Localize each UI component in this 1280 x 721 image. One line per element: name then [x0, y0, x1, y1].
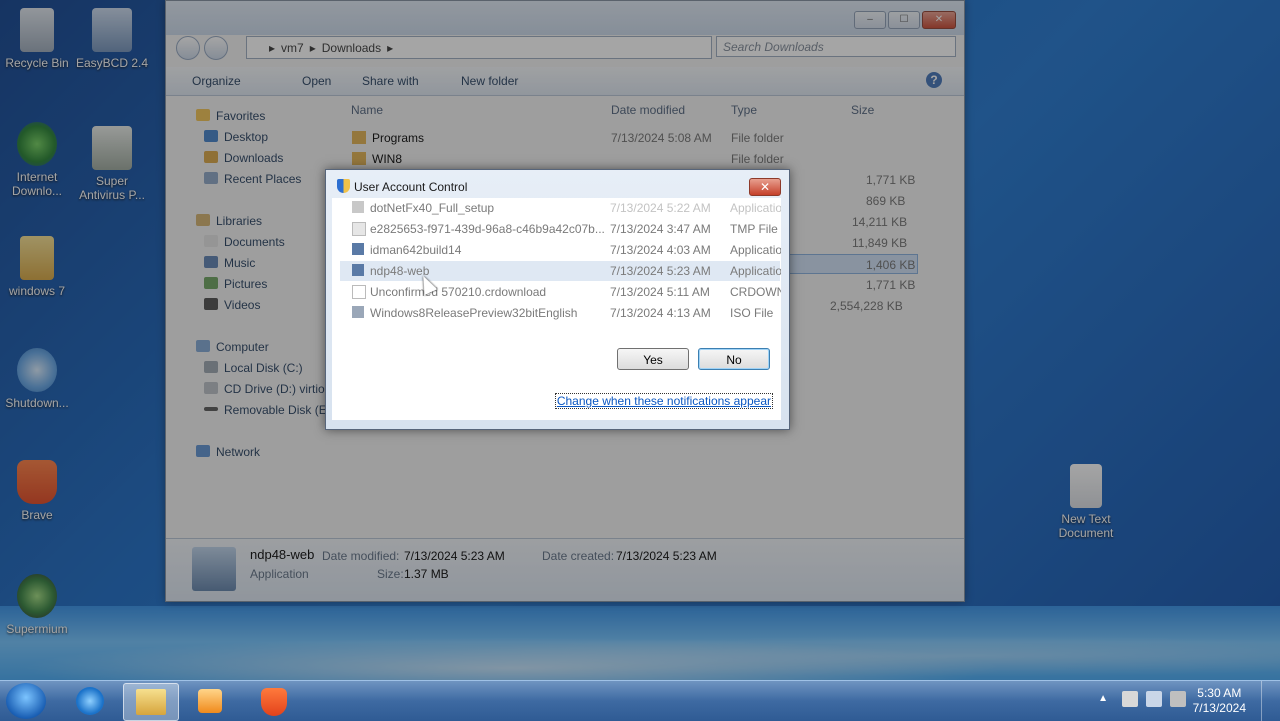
- brave-icon: [261, 688, 287, 716]
- disc-image-icon: [352, 306, 364, 318]
- file-icon: [352, 285, 366, 299]
- change-notifications-link[interactable]: Change when these notifications appear: [554, 393, 773, 409]
- uac-titlebar[interactable]: User Account Control ✕: [326, 170, 789, 198]
- folder-icon: [136, 689, 166, 715]
- show-desktop-button[interactable]: [1261, 681, 1274, 721]
- taskbar-windows-explorer[interactable]: [123, 683, 179, 721]
- snapshot-file-type: Application: [730, 201, 781, 215]
- no-button[interactable]: No: [698, 348, 770, 370]
- snapshot-file-date: 7/13/2024 4:13 AM: [610, 306, 711, 320]
- snapshot-file-date: 7/13/2024 5:23 AM: [610, 264, 711, 278]
- application-icon: [352, 243, 364, 255]
- snapshot-file-date: 7/13/2024 5:11 AM: [610, 285, 710, 299]
- snapshot-file-name: Windows8ReleasePreview32bitEnglish: [370, 306, 578, 320]
- uac-title: User Account Control: [354, 180, 468, 194]
- media-player-icon: [198, 689, 222, 713]
- snapshot-file-type: ISO File: [730, 306, 774, 320]
- uac-background-snapshot: dotNetFx40_Full_setup 7/13/2024 5:22 AM …: [332, 198, 781, 420]
- yes-button[interactable]: Yes: [617, 348, 689, 370]
- snapshot-file-name: idman642build14: [370, 243, 462, 257]
- start-button[interactable]: [6, 683, 46, 719]
- snapshot-file-name: e2825653-f971-439d-96a8-c46b9a42c07b...: [370, 222, 605, 236]
- file-icon: [352, 201, 364, 213]
- snapshot-file-type: Application: [730, 264, 781, 278]
- file-icon: [352, 222, 366, 236]
- clock-date: 7/13/2024: [1192, 701, 1246, 715]
- application-icon: [352, 264, 364, 276]
- snapshot-file-date: 7/13/2024 3:47 AM: [610, 222, 711, 236]
- action-center-flag-icon[interactable]: [1122, 691, 1138, 707]
- taskbar-internet-explorer[interactable]: [63, 683, 117, 719]
- show-hidden-icons-icon[interactable]: ▲: [1098, 693, 1108, 704]
- snapshot-file-type: CRDOWNLOAD File: [730, 285, 781, 299]
- clock-time: 5:30 AM: [1197, 686, 1242, 700]
- uac-body: dotNetFx40_Full_setup 7/13/2024 5:22 AM …: [332, 198, 781, 420]
- snapshot-file-date: 7/13/2024 5:22 AM: [610, 201, 711, 215]
- taskbar-brave[interactable]: [247, 683, 301, 719]
- snapshot-file-date: 7/13/2024 4:03 AM: [610, 243, 711, 257]
- taskbar: ▲ 5:30 AM 7/13/2024: [0, 680, 1280, 721]
- uac-dialog: User Account Control ✕ dotNetFx40_Full_s…: [325, 169, 790, 430]
- volume-muted-icon[interactable]: [1170, 691, 1186, 707]
- taskbar-media-player[interactable]: [183, 683, 237, 719]
- snapshot-file-name: Unconfirmed 570210.crdownload: [370, 285, 547, 299]
- network-status-icon[interactable]: [1146, 691, 1162, 707]
- snapshot-file-name: dotNetFx40_Full_setup: [370, 201, 495, 215]
- snapshot-file-type: Application: [730, 243, 781, 257]
- snapshot-file-type: TMP File: [730, 222, 778, 236]
- snapshot-row-selected: ndp48-web 7/13/2024 5:23 AM Application: [340, 261, 781, 281]
- uac-close-button[interactable]: ✕: [749, 178, 781, 196]
- clock[interactable]: 5:30 AM 7/13/2024: [1193, 686, 1246, 716]
- shield-icon: [337, 179, 350, 193]
- internet-explorer-icon: [76, 687, 104, 715]
